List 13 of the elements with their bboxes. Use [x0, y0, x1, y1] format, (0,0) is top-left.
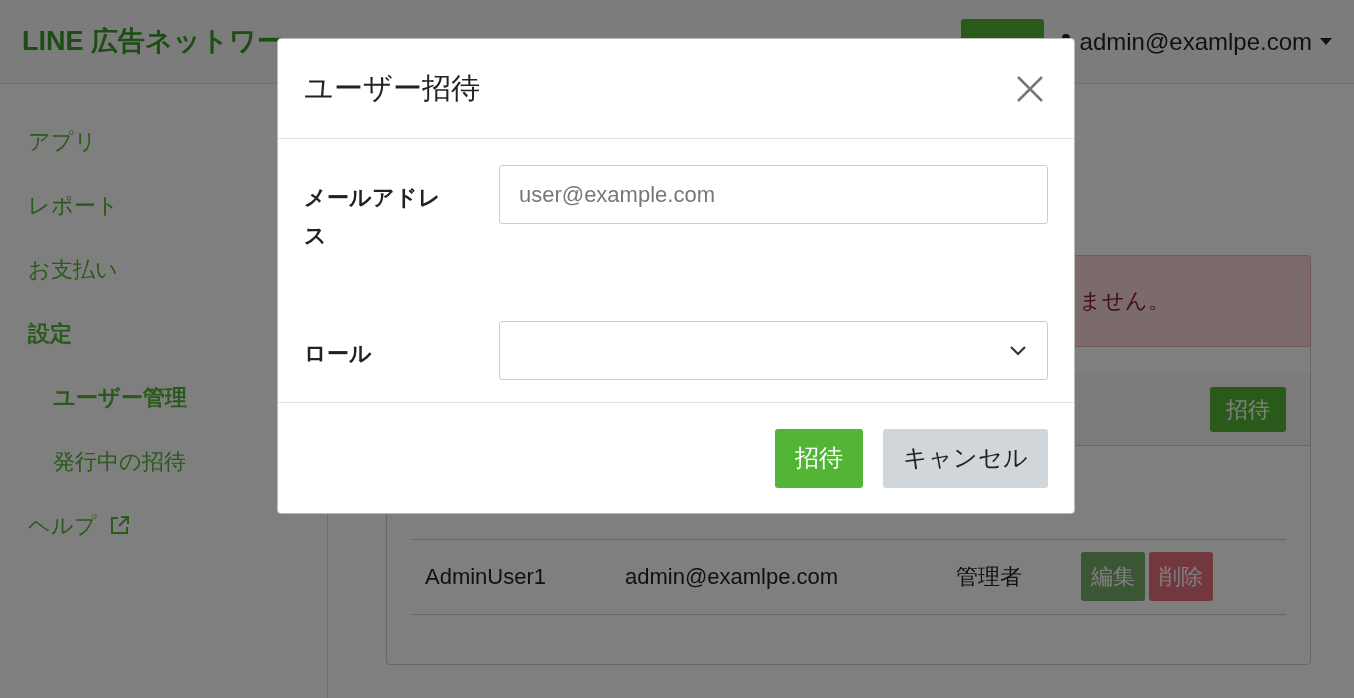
field-label: メールアドレス	[304, 184, 442, 250]
table-cell: admin@examlpe.com	[611, 539, 942, 614]
caret-icon	[1320, 37, 1332, 46]
table-cell: AdminUser1	[411, 539, 611, 614]
cancel-button[interactable]: キャンセル	[883, 428, 1048, 488]
table-cell: 管理者	[942, 539, 1067, 614]
email-field[interactable]: user@example.com	[499, 165, 1048, 224]
field-label: ロール	[304, 340, 373, 368]
invite-button[interactable]: 招待	[775, 428, 863, 488]
chevron-down-icon	[1009, 345, 1027, 356]
invite-button[interactable]: 招待	[1210, 386, 1286, 432]
modal-title: ユーザー招待	[304, 71, 480, 106]
sidebar-item[interactable]: ヘルプ	[28, 494, 327, 558]
